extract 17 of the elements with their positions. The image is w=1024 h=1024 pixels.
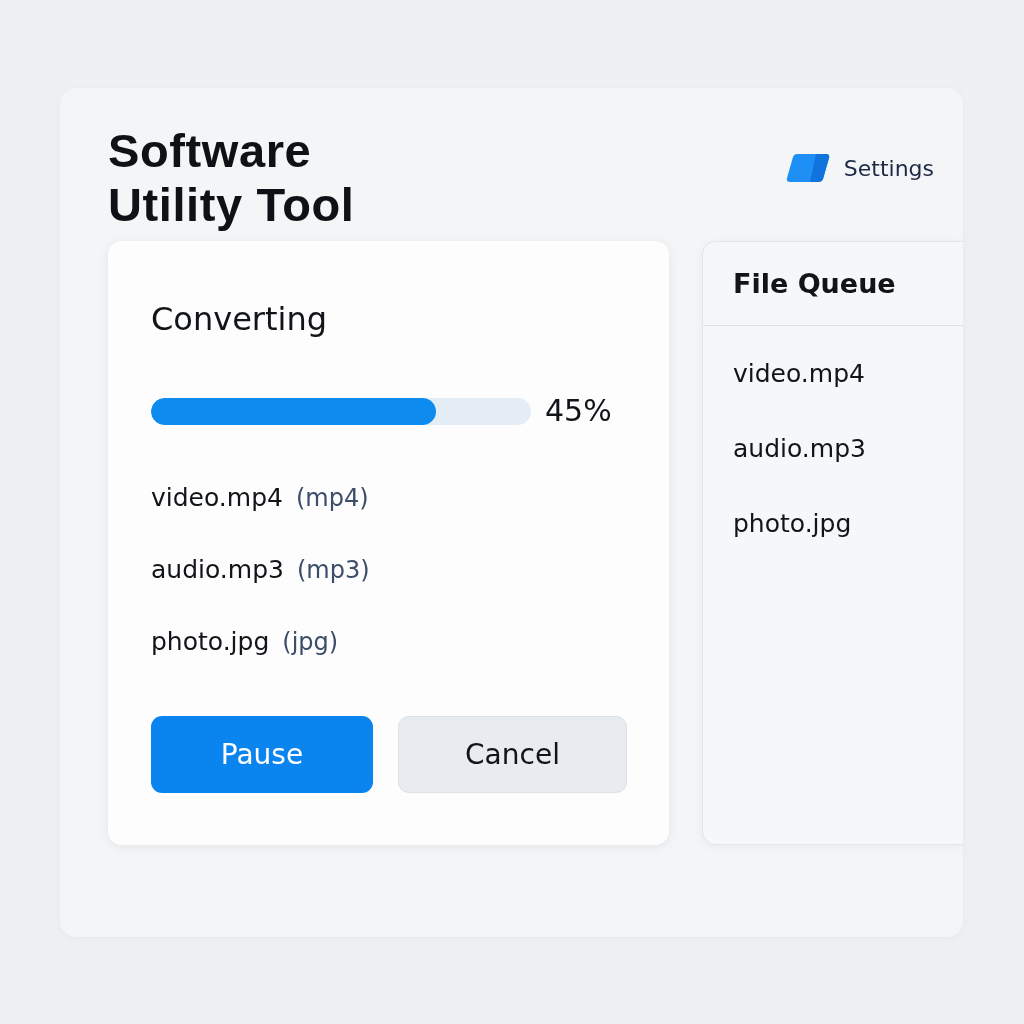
pause-button[interactable]: Pause: [151, 716, 373, 793]
app-title: Software Utility Tool: [108, 124, 356, 232]
file-type: (jpg): [282, 627, 339, 658]
file-type: (mp4): [295, 483, 369, 514]
progress-reading: 45%: [545, 393, 612, 429]
file-name: audio.mp3: [151, 554, 284, 586]
cancel-button[interactable]: Cancel: [398, 716, 627, 793]
parallelogram-icon: [785, 153, 830, 183]
conversion-heading: Converting: [151, 299, 328, 339]
file-name: video.mp4: [151, 482, 283, 514]
file-name: photo.jpg: [151, 626, 270, 658]
queue-item: audio.mp3: [733, 434, 867, 464]
queue-item: video.mp4: [733, 359, 866, 389]
file-type: (mp3): [296, 555, 370, 586]
queue-item: photo.jpg: [733, 509, 853, 539]
queue-title: File Queue: [733, 268, 896, 299]
settings-button[interactable]: Settings: [785, 153, 934, 183]
